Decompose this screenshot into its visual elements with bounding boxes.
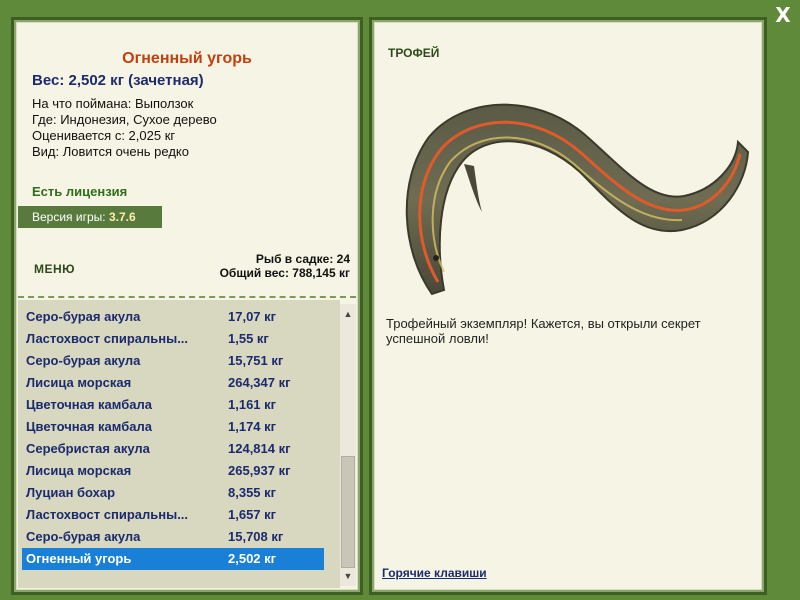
catch-row[interactable]: Луциан бохар 8,355 кг <box>22 482 324 504</box>
catch-name: Огненный угорь <box>26 551 132 566</box>
catch-weight: 8,355 кг <box>228 485 277 500</box>
catch-name: Серо-бурая акула <box>26 529 141 544</box>
catch-weight: 15,708 кг <box>228 529 284 544</box>
catch-weight: 1,161 кг <box>228 397 277 412</box>
version-badge: Версия игры: 3.7.6 <box>18 206 162 228</box>
eel-body <box>405 103 750 296</box>
catch-weight: 17,07 кг <box>228 309 277 324</box>
fish-info-panel: Огненный угорь Вес: 2,502 кг (зачетная) … <box>14 20 360 592</box>
catch-row[interactable]: Ластохвост спиральны... 1,55 кг <box>22 328 324 350</box>
trophy-label: ТРОФЕЙ <box>388 46 440 60</box>
close-icon[interactable]: X <box>772 4 794 26</box>
catch-row[interactable]: Лисица морская 265,937 кг <box>22 460 324 482</box>
fish-title: Огненный угорь <box>122 50 252 67</box>
catch-name: Луциан бохар <box>26 485 116 500</box>
catch-row[interactable]: Серебристая акула 124,814 кг <box>22 438 324 460</box>
catch-name: Серебристая акула <box>26 441 150 456</box>
catch-name: Цветочная камбала <box>26 419 152 434</box>
catch-weight: 124,814 кг <box>228 441 291 456</box>
version-label: Версия игры: <box>32 210 109 224</box>
dashed-divider <box>18 296 356 298</box>
license-status: Есть лицензия <box>32 184 128 199</box>
detail-rarity: Вид: Ловится очень редко <box>32 144 189 159</box>
detail-bait: На что поймана: Выползок <box>32 96 194 111</box>
cage-count: Рыб в садке: 24 <box>255 252 350 266</box>
fish-details: На что поймана: Выползок Где: Индонезия,… <box>32 96 217 160</box>
eel-eye <box>433 255 439 261</box>
trophy-panel: ТРОФЕЙ Трофейный экземпляр! Кажется, вы … <box>372 20 764 592</box>
catch-name: Ластохвост спиральны... <box>26 507 189 522</box>
detail-valued-from: Оценивается с: 2,025 кг <box>32 128 176 143</box>
catch-row[interactable]: Серо-бурая акула 15,751 кг <box>22 350 324 372</box>
catch-row[interactable]: Серо-бурая акула 17,07 кг <box>22 306 324 328</box>
detail-location: Где: Индонезия, Сухое дерево <box>32 112 217 127</box>
hotkeys-link[interactable]: Горячие клавиши <box>382 566 487 580</box>
catch-name: Лисица морская <box>26 463 132 478</box>
catch-weight: 15,751 кг <box>228 353 284 368</box>
catch-row[interactable]: Цветочная камбала 1,174 кг <box>22 416 324 438</box>
cage-total-weight: Общий вес: 788,145 кг <box>219 266 350 280</box>
scroll-thumb[interactable] <box>341 456 355 568</box>
scroll-down-icon[interactable]: ▼ <box>340 568 356 584</box>
trophy-message: Трофейный экземпляр! Кажется, вы открыли… <box>386 316 701 346</box>
catch-weight: 1,174 кг <box>228 419 277 434</box>
scroll-up-icon[interactable]: ▲ <box>340 306 356 322</box>
catch-name: Ластохвост спиральны... <box>26 331 189 346</box>
version-value: 3.7.6 <box>108 210 136 224</box>
catch-row[interactable]: Серо-бурая акула 15,708 кг <box>22 526 324 548</box>
catch-name: Серо-бурая акула <box>26 309 141 324</box>
catch-name: Серо-бурая акула <box>26 353 141 368</box>
menu-button[interactable]: МЕНЮ <box>34 262 75 276</box>
catch-row[interactable]: Цветочная камбала 1,161 кг <box>22 394 324 416</box>
catch-weight: 2,502 кг <box>228 551 277 566</box>
catch-list: Серо-бурая акула 17,07 кг Ластохвост спира… <box>18 300 340 588</box>
eel-fin <box>464 164 482 212</box>
catch-weight: 264,347 кг <box>228 375 291 390</box>
catch-name: Лисица морская <box>26 375 132 390</box>
catch-row[interactable]: Лисица морская 264,347 кг <box>22 372 324 394</box>
catch-name: Цветочная камбала <box>26 397 152 412</box>
catch-row-selected[interactable]: Огненный угорь 2,502 кг <box>22 548 324 570</box>
catch-weight: 1,55 кг <box>228 331 269 346</box>
catch-weight: 265,937 кг <box>228 463 291 478</box>
fish-weight: Вес: 2,502 кг (зачетная) <box>32 72 204 89</box>
catch-row[interactable]: Ластохвост спиральны... 1,657 кг <box>22 504 324 526</box>
catch-list-scrollbar[interactable]: ▲ ▼ <box>340 304 356 586</box>
fire-eel-image <box>405 103 750 296</box>
catch-weight: 1,657 кг <box>228 507 277 522</box>
cage-stats: Рыб в садке: 24 Общий вес: 788,145 кг <box>220 252 350 280</box>
